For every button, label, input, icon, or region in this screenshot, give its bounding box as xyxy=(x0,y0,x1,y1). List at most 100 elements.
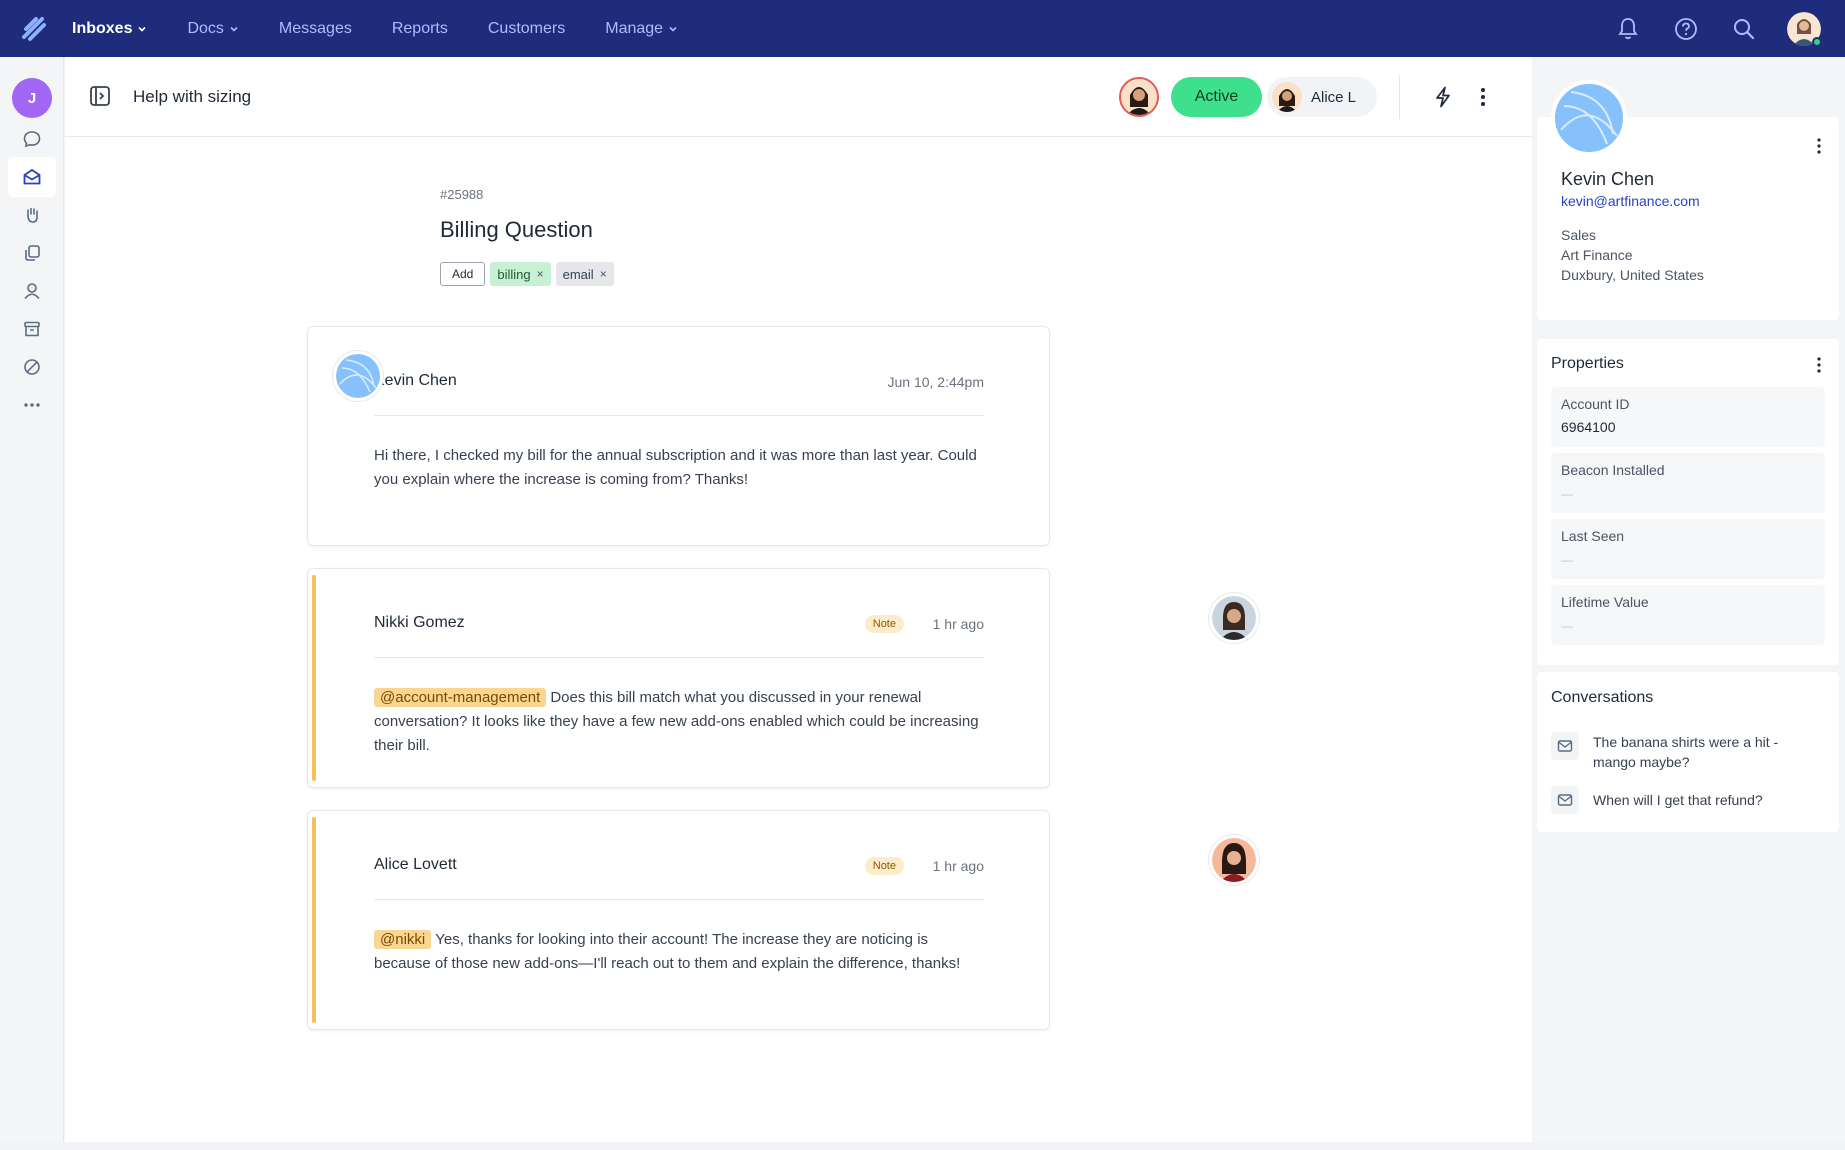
property-account-id[interactable]: Account ID 6964100 xyxy=(1551,387,1825,447)
note-badge: Note xyxy=(864,857,904,875)
person-icon[interactable] xyxy=(8,271,56,311)
assignee-name: Alice L xyxy=(1311,88,1357,106)
property-value: 6964100 xyxy=(1561,419,1616,435)
property-label: Beacon Installed xyxy=(1561,462,1665,478)
tag-list: Add billing × email × xyxy=(440,262,614,286)
thread-body-text: Hi there, I checked my bill for the annu… xyxy=(374,447,977,488)
helpscout-logo-icon[interactable] xyxy=(18,12,52,46)
mention-tag[interactable]: @nikki xyxy=(374,930,432,949)
status-button[interactable]: Active xyxy=(1171,77,1262,117)
thread-body-text: Yes, thanks for looking into their accou… xyxy=(374,931,961,972)
mention-tag[interactable]: @account-management xyxy=(374,688,547,707)
nav-docs-label: Docs xyxy=(187,19,224,37)
thread-timestamp: 1 hr ago xyxy=(932,858,984,874)
search-icon[interactable] xyxy=(1729,14,1759,44)
customer-avatar[interactable] xyxy=(333,351,383,401)
notifications-bell-icon[interactable] xyxy=(1613,14,1643,44)
agent-avatar-nikki[interactable] xyxy=(1209,593,1259,643)
archive-icon[interactable] xyxy=(8,309,56,349)
thread-divider xyxy=(374,899,984,900)
conversation-link[interactable]: The banana shirts were a hit - mango may… xyxy=(1551,732,1831,772)
property-beacon-installed[interactable]: Beacon Installed — xyxy=(1551,453,1825,513)
nav-manage[interactable]: Manage xyxy=(605,20,678,38)
thread-author: Nikki Gomez xyxy=(374,614,465,631)
inbox-avatar[interactable]: J xyxy=(12,78,52,118)
nav-inboxes-label: Inboxes xyxy=(72,19,133,37)
property-last-seen[interactable]: Last Seen — xyxy=(1551,519,1825,579)
docs-icon[interactable] xyxy=(8,233,56,273)
more-options-icon[interactable] xyxy=(1471,85,1495,109)
online-status-dot xyxy=(1812,36,1822,47)
property-label: Lifetime Value xyxy=(1561,594,1649,610)
property-value: — xyxy=(1561,619,1573,633)
tag-billing[interactable]: billing × xyxy=(490,262,551,286)
add-tag-button[interactable]: Add xyxy=(440,262,486,286)
hand-icon[interactable] xyxy=(8,195,56,235)
thread-author: Alice Lovett xyxy=(374,856,457,873)
header-divider xyxy=(1399,75,1400,119)
thread-divider xyxy=(374,657,984,658)
remove-tag-icon[interactable]: × xyxy=(600,267,607,281)
inbox-icon[interactable] xyxy=(8,157,56,197)
customer-title: Sales xyxy=(1561,227,1597,243)
customer-avatar-small[interactable] xyxy=(1119,77,1159,117)
nav-reports-label: Reports xyxy=(391,19,448,37)
nav-reports[interactable]: Reports xyxy=(392,20,448,38)
property-lifetime-value[interactable]: Lifetime Value — xyxy=(1551,585,1825,645)
conversation-subject: The banana shirts were a hit - mango may… xyxy=(1593,734,1779,770)
properties-title: Properties xyxy=(1551,355,1624,372)
customer-more-options-icon[interactable] xyxy=(1811,136,1827,156)
more-icon[interactable] xyxy=(8,385,56,425)
toggle-sidebar-icon[interactable] xyxy=(89,85,111,107)
conversation-title: Help with sizing xyxy=(133,87,252,106)
customer-sidebar: Kevin Chen kevin@artfinance.com Sales Ar… xyxy=(1533,57,1845,1142)
conversation-link[interactable]: When will I get that refund? xyxy=(1551,786,1831,814)
thread-message: Kevin Chen Jun 10, 2:44pm Hi there, I ch… xyxy=(307,326,1050,546)
email-icon xyxy=(1551,732,1579,760)
nav-docs[interactable]: Docs xyxy=(187,20,238,38)
thread-note: Nikki Gomez Note 1 hr ago @account-manag… xyxy=(307,568,1050,788)
thread-body: Hi there, I checked my bill for the annu… xyxy=(374,444,984,492)
tag-email[interactable]: email × xyxy=(555,262,614,286)
note-badge: Note xyxy=(864,615,904,633)
blocked-icon[interactable] xyxy=(8,347,56,387)
user-avatar[interactable] xyxy=(1787,11,1822,47)
properties-more-options-icon[interactable] xyxy=(1811,355,1827,375)
property-value: — xyxy=(1561,553,1573,567)
property-label: Account ID xyxy=(1561,396,1630,412)
thread-timestamp: Jun 10, 2:44pm xyxy=(887,374,984,390)
previous-conversations-card: Conversations The banana shirts were a h… xyxy=(1537,672,1839,832)
nav-right-actions xyxy=(1613,0,1845,57)
ticket-number: #25988 xyxy=(440,187,484,202)
conversation-header: Help with sizing Active Alice L xyxy=(65,57,1532,137)
customer-profile-avatar[interactable] xyxy=(1551,80,1627,156)
conversation-pane: Help with sizing Active Alice L #25988 B… xyxy=(65,57,1532,1142)
help-icon[interactable] xyxy=(1671,14,1701,44)
nav-messages-label: Messages xyxy=(278,19,352,37)
customer-card: Kevin Chen kevin@artfinance.com Sales Ar… xyxy=(1537,80,1839,320)
agent-avatar-alice[interactable] xyxy=(1209,835,1259,885)
remove-tag-icon[interactable]: × xyxy=(537,267,544,281)
nav-inboxes[interactable]: Inboxes xyxy=(72,20,147,38)
nav-messages[interactable]: Messages xyxy=(279,20,352,38)
tag-label: billing xyxy=(497,266,531,282)
assignee-button[interactable]: Alice L xyxy=(1267,77,1377,117)
customer-company: Art Finance xyxy=(1561,247,1633,263)
customer-location: Duxbury, United States xyxy=(1561,267,1704,283)
email-icon xyxy=(1551,786,1579,814)
conversation-subject: When will I get that refund? xyxy=(1593,792,1763,808)
nav-customers-label: Customers xyxy=(487,19,566,37)
nav-customers[interactable]: Customers xyxy=(488,20,565,38)
left-rail: J xyxy=(0,57,64,1142)
tag-label: email xyxy=(562,266,594,282)
thread-note: Alice Lovett Note 1 hr ago @nikki Yes, th… xyxy=(307,810,1050,1030)
nav-manage-label: Manage xyxy=(605,19,664,37)
chevron-down-icon xyxy=(669,26,677,32)
chat-icon[interactable] xyxy=(8,119,56,159)
property-value: — xyxy=(1561,487,1573,501)
lightning-icon[interactable] xyxy=(1431,85,1455,109)
thread-timestamp: 1 hr ago xyxy=(932,616,984,632)
property-label: Last Seen xyxy=(1561,528,1625,544)
customer-email-link[interactable]: kevin@artfinance.com xyxy=(1561,193,1700,209)
chevron-down-icon xyxy=(230,26,238,32)
